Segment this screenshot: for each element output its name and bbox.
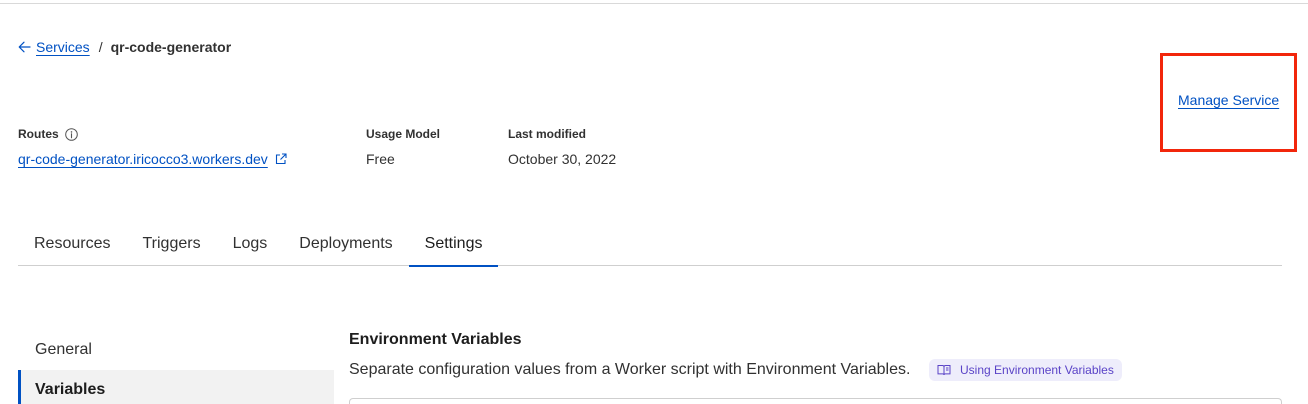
nav-item-general[interactable]: General	[18, 330, 334, 370]
routes-label-text: Routes	[18, 127, 59, 141]
highlight-box	[1160, 53, 1297, 152]
info-icon[interactable]	[64, 127, 78, 141]
last-modified-value: October 30, 2022	[508, 151, 617, 167]
book-icon	[937, 365, 951, 376]
arrow-left-icon	[18, 41, 31, 53]
tab-settings[interactable]: Settings	[408, 222, 499, 267]
variables-card	[349, 398, 1282, 404]
breadcrumb: Services / qr-code-generator	[18, 39, 231, 55]
tab-resources[interactable]: Resources	[18, 222, 126, 266]
tab-triggers[interactable]: Triggers	[126, 222, 216, 266]
route-url-text: qr-code-generator.iricocco3.workers.dev	[18, 151, 268, 167]
last-modified-label: Last modified	[508, 127, 587, 141]
worker-tabs: Resources Triggers Logs Deployments Sett…	[18, 222, 1282, 267]
docs-link-label: Using Environment Variables	[960, 363, 1114, 377]
tab-logs[interactable]: Logs	[217, 222, 284, 266]
section-description: Separate configuration values from a Wor…	[349, 361, 911, 378]
breadcrumb-current: qr-code-generator	[110, 39, 232, 55]
tab-deployments[interactable]: Deployments	[283, 222, 408, 266]
nav-item-variables[interactable]: Variables	[18, 370, 334, 404]
usage-model-value: Free	[366, 151, 395, 167]
route-item: qr-code-generator.iricocco3.workers.dev	[18, 151, 287, 167]
settings-side-nav: General Variables	[18, 330, 334, 404]
back-to-services-link[interactable]: Services	[18, 39, 90, 55]
routes-label: Routes	[18, 127, 78, 141]
section-title: Environment Variables	[349, 331, 522, 348]
breadcrumb-services-label: Services	[36, 39, 90, 55]
docs-link-chip[interactable]: Using Environment Variables	[929, 359, 1122, 381]
external-link-icon	[275, 153, 287, 165]
top-divider	[0, 3, 1308, 4]
route-url-link[interactable]: qr-code-generator.iricocco3.workers.dev	[18, 151, 287, 167]
usage-model-label: Usage Model	[366, 127, 441, 141]
breadcrumb-separator: /	[98, 39, 103, 55]
worker-settings-page: Services / qr-code-generator Manage Serv…	[0, 0, 1308, 404]
